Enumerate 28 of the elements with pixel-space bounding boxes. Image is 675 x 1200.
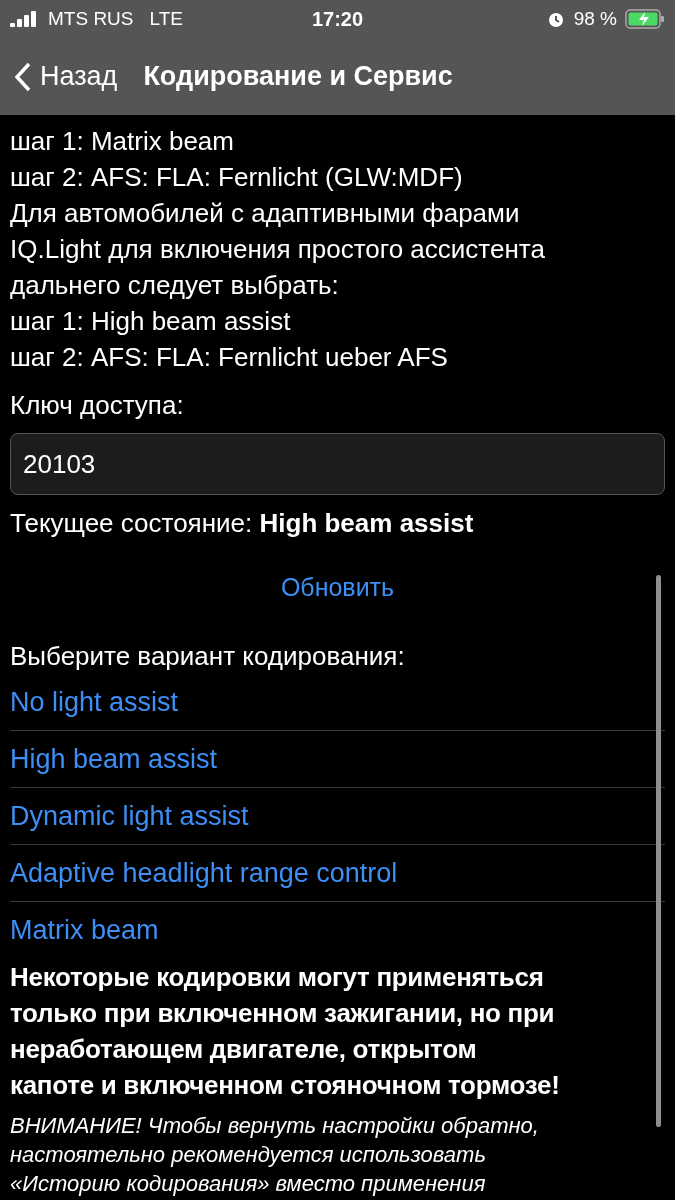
note-line: ВНИМАНИЕ! Чтобы вернуть настройки обратно, [10,1112,540,1140]
description-line: Для автомобилей с адаптивными фарами [10,197,521,230]
description-line: шаг 2: AFS: FLA: Fernlicht (GLW:MDF) [10,161,464,194]
description-line: IQ.Light для включения простого ассистента [10,233,546,266]
access-key-field[interactable]: 20103 [10,433,665,495]
note-line: настоятельно рекомендуется использовать [10,1141,487,1169]
description-line: дальнего следует выбрать: [10,269,340,302]
back-button[interactable]: Назад [14,61,118,92]
description-line: шаг 2: AFS: FLA: Fernlicht ueber AFS [10,341,449,374]
warning-line: капоте и включенном стояночном тормозе! [10,1069,561,1102]
coding-option[interactable]: Matrix beam [10,902,665,959]
warning-line: Некоторые кодировки могут применяться [10,961,545,994]
current-state-text: Текущее состояние: High beam assist [10,507,475,540]
note-line: «Историю кодирования» вместо применения [10,1170,487,1198]
carrier-name: MTS RUS [48,8,134,30]
warning-line: только при включенном зажигании, но при [10,997,556,1030]
battery-percent: 98 % [573,8,617,30]
network-type: LTE [149,8,183,30]
choose-coding-label: Выберите вариант кодирования: [10,640,406,673]
warning-line: неработающем двигателе, открытом [10,1033,478,1066]
chevron-left-icon [14,61,32,92]
description-line: шаг 1: Matrix beam [10,125,235,158]
screen-title: Кодирование и Сервис [143,61,453,92]
description-line: шаг 1: High beam assist [10,305,292,338]
status-time: 17:20 [311,7,364,31]
battery-charging-icon [625,9,665,29]
refresh-link[interactable]: Обновить [280,573,395,602]
access-key-label: Ключ доступа: [10,389,185,422]
